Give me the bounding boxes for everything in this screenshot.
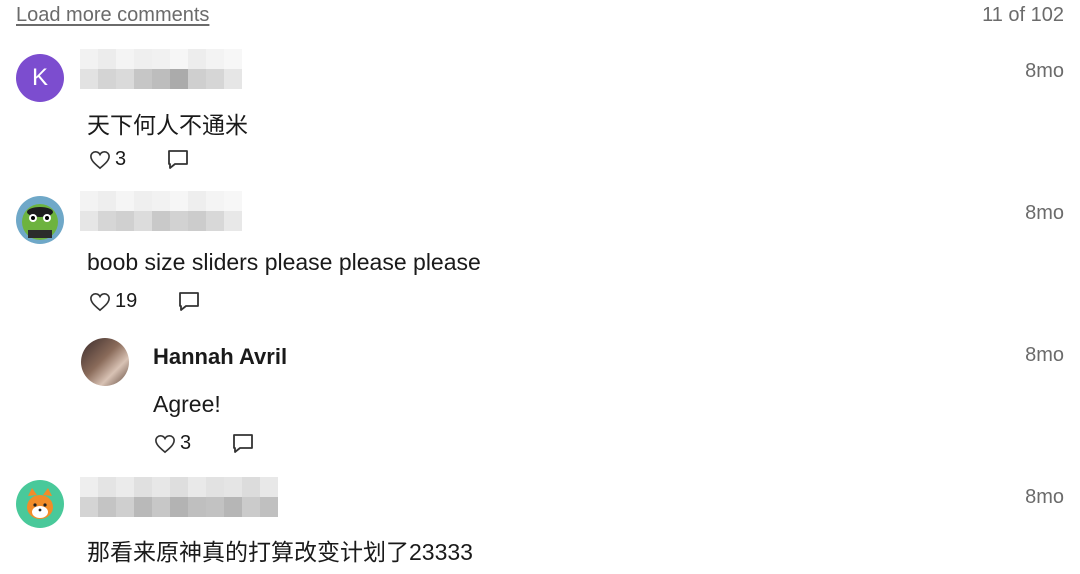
avatar-initial: K <box>31 64 48 91</box>
comment-actions: 3 <box>89 148 190 171</box>
blurred-username <box>80 191 242 231</box>
comment-text: 那看来原神真的打算改变计划了23333 <box>87 539 473 565</box>
comment-text: Agree! <box>153 391 221 417</box>
comment-timestamp: 8mo <box>1025 486 1064 508</box>
comment-actions: 3 <box>154 432 255 455</box>
like-button[interactable]: 3 <box>89 148 126 171</box>
reply-bubble-icon <box>233 433 254 453</box>
avatar[interactable]: K <box>16 54 64 102</box>
comment-text: boob size sliders please please please <box>87 249 481 275</box>
reply-bubble-icon <box>179 291 200 311</box>
avatar[interactable] <box>16 480 64 528</box>
comment-author-name[interactable]: Hannah Avril <box>153 344 287 370</box>
comment-timestamp: 8mo <box>1025 60 1064 82</box>
frog-mascot-icon <box>22 204 58 240</box>
load-more-comments-link[interactable]: Load more comments <box>16 4 209 27</box>
comment-actions: 19 <box>89 290 201 313</box>
like-button[interactable]: 19 <box>89 290 137 313</box>
reply-button[interactable] <box>177 291 201 313</box>
heart-outline-icon <box>90 150 110 169</box>
reply-button[interactable] <box>231 433 255 455</box>
fox-mascot-icon <box>27 488 53 519</box>
comment-count: 11 of 102 <box>982 4 1064 26</box>
reply-bubble-icon <box>168 149 189 169</box>
avatar[interactable] <box>81 338 129 386</box>
heart-outline-icon <box>90 292 110 311</box>
comment-timestamp: 8mo <box>1025 202 1064 224</box>
like-count: 3 <box>115 148 127 170</box>
avatar[interactable] <box>16 196 64 244</box>
blurred-username <box>80 477 278 517</box>
comment-timestamp: 8mo <box>1025 344 1064 366</box>
like-count: 19 <box>115 290 138 312</box>
heart-outline-icon <box>155 434 175 453</box>
like-button[interactable]: 3 <box>154 432 191 455</box>
blurred-username <box>80 49 242 89</box>
like-count: 3 <box>180 432 192 454</box>
comment-text: 天下何人不通米 <box>87 112 248 138</box>
reply-button[interactable] <box>166 149 190 171</box>
